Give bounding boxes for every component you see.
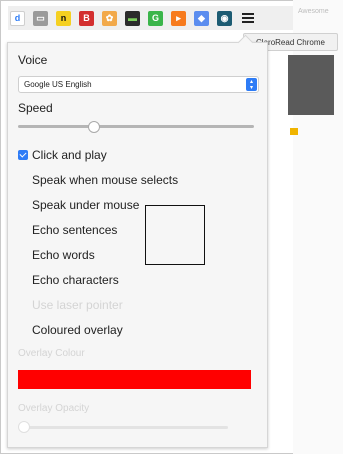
option-row[interactable]: Speak under mouse <box>18 198 139 212</box>
menu-icon[interactable] <box>242 13 254 23</box>
option-row[interactable]: Echo characters <box>18 273 119 287</box>
option-label: Echo characters <box>32 273 119 287</box>
ext-blue-icon[interactable]: ◆ <box>194 10 209 26</box>
option-label: Coloured overlay <box>32 323 123 337</box>
option-checkbox[interactable] <box>18 200 28 210</box>
option-row[interactable]: Coloured overlay <box>18 323 123 337</box>
option-checkbox[interactable] <box>18 175 28 185</box>
voice-label: Voice <box>18 53 48 67</box>
select-arrows-icon: ▴ ▾ <box>246 78 257 91</box>
ext-terminal-icon[interactable]: ▬ <box>125 10 140 26</box>
overlay-opacity-slider-thumb[interactable] <box>18 421 30 433</box>
ext-claroread-icon[interactable]: ◉ <box>217 10 232 26</box>
option-checkbox[interactable] <box>18 300 28 310</box>
voice-select[interactable]: Google US English ▴ ▾ <box>18 76 259 93</box>
overlay-opacity-label: Overlay Opacity <box>18 403 90 414</box>
option-checkbox[interactable] <box>18 275 28 285</box>
option-checkbox[interactable] <box>18 150 28 160</box>
claroread-popup: Voice Google US English ▴ ▾ Speed Click a… <box>7 34 268 448</box>
extensions-toolbar: d ▭ n B ✿ ▬ G ▸ ◆ ◉ <box>8 6 293 30</box>
option-label: Echo words <box>32 248 95 262</box>
option-checkbox[interactable] <box>18 325 28 335</box>
page-title: Awesome <box>298 8 329 15</box>
ext-palette-icon[interactable]: ✿ <box>102 10 117 26</box>
option-checkbox[interactable] <box>18 250 28 260</box>
ext-d-icon[interactable]: d <box>10 10 25 26</box>
speed-slider[interactable] <box>18 125 254 128</box>
speed-label: Speed <box>18 101 53 115</box>
option-label: Click and play <box>32 148 107 162</box>
option-label: Speak under mouse <box>32 198 140 212</box>
ext-b-icon[interactable]: B <box>79 10 94 26</box>
option-row[interactable]: Use laser pointer <box>18 298 123 312</box>
option-label: Use laser pointer <box>32 298 123 312</box>
voice-select-value: Google US English <box>24 80 92 89</box>
option-label: Echo sentences <box>32 223 118 237</box>
ext-n-icon[interactable]: n <box>56 10 71 26</box>
overlay-selection-box <box>145 205 205 265</box>
overlay-opacity-slider[interactable] <box>18 426 228 429</box>
page-thumbnail[interactable] <box>288 55 334 115</box>
option-row[interactable]: Click and play <box>18 148 107 162</box>
option-row[interactable]: Speak when mouse selects <box>18 173 178 187</box>
page-badge <box>290 128 298 135</box>
overlay-colour-label: Overlay Colour <box>18 348 85 359</box>
option-checkbox[interactable] <box>18 225 28 235</box>
option-row[interactable]: Echo words <box>18 248 95 262</box>
ext-gray-icon[interactable]: ▭ <box>33 10 48 26</box>
option-row[interactable]: Echo sentences <box>18 223 117 237</box>
overlay-colour-swatch[interactable] <box>18 370 251 389</box>
option-label: Speak when mouse selects <box>32 173 179 187</box>
speed-slider-thumb[interactable] <box>87 121 100 133</box>
ext-orange-icon[interactable]: ▸ <box>171 10 186 26</box>
ext-green-icon[interactable]: G <box>148 10 163 26</box>
